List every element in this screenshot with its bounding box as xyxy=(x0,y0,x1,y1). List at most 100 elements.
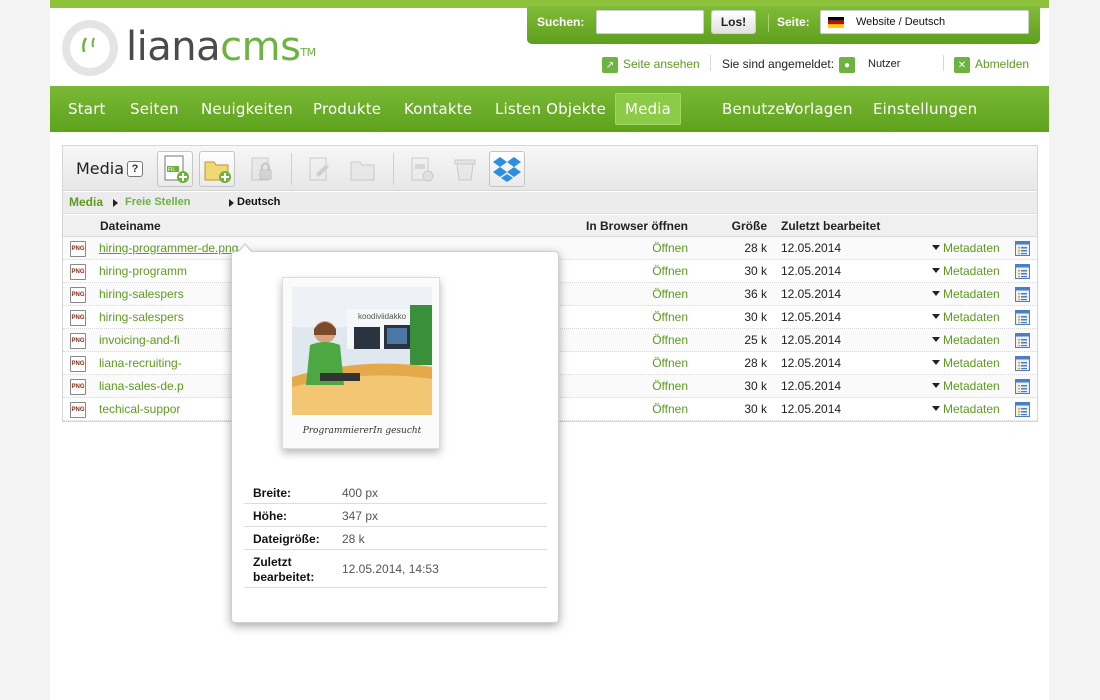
file-name-link[interactable]: hiring-programmer-de.png xyxy=(99,241,238,255)
new-folder-icon xyxy=(204,161,231,183)
modified-date: 12.05.2014 xyxy=(781,310,842,324)
properties-icon[interactable] xyxy=(1015,264,1030,279)
metadata-dropdown[interactable]: Metadaten xyxy=(932,264,1000,278)
open-in-browser-link[interactable]: Öffnen xyxy=(652,287,688,301)
nav-item-kontakte[interactable]: Kontakte xyxy=(394,93,482,125)
file-preview-popup: koodiviidakko ProgrammiererIn gesucht Br… xyxy=(231,243,559,623)
upload-file-button[interactable]: FIL xyxy=(157,151,193,187)
open-in-browser-link[interactable]: Öffnen xyxy=(652,356,688,370)
view-site-link[interactable]: Seite ansehen xyxy=(623,57,700,71)
view-site-icon[interactable]: ↗ xyxy=(602,57,618,73)
metadata-dropdown[interactable]: Metadaten xyxy=(932,402,1000,416)
breadcrumb: Media Freie Stellen Deutsch xyxy=(63,192,1037,214)
search-separator xyxy=(768,14,769,32)
logout-link[interactable]: Abmelden xyxy=(975,57,1029,71)
nav-item-produkte[interactable]: Produkte xyxy=(303,93,391,125)
file-size: 30 k xyxy=(744,379,767,393)
open-in-browser-link[interactable]: Öffnen xyxy=(652,333,688,347)
media-toolbar: Media ? FIL xyxy=(63,146,1037,191)
property-value: 400 px xyxy=(342,486,379,500)
file-name-link[interactable]: liana-sales-de.p xyxy=(99,379,184,393)
property-label: Höhe: xyxy=(253,509,287,523)
properties-icon[interactable] xyxy=(1015,310,1030,325)
site-label: Seite: xyxy=(777,15,810,29)
nav-item-neuigkeiten[interactable]: Neuigkeiten xyxy=(191,93,303,125)
site-select[interactable]: Website / Deutsch xyxy=(820,10,1029,34)
open-in-browser-link[interactable]: Öffnen xyxy=(652,310,688,324)
properties-icon[interactable] xyxy=(1015,241,1030,256)
metadata-dropdown[interactable]: Metadaten xyxy=(932,287,1000,301)
lock-button[interactable] xyxy=(243,151,279,187)
col-header-size[interactable]: Größe xyxy=(732,219,767,233)
toolbar-separator xyxy=(291,153,292,185)
search-button[interactable]: Los! xyxy=(711,10,756,34)
help-icon[interactable]: ? xyxy=(127,161,143,177)
properties-icon[interactable] xyxy=(1015,333,1030,348)
breadcrumb-separator-icon xyxy=(229,199,234,207)
breadcrumb-media[interactable]: Media xyxy=(69,195,103,209)
nav-item-media[interactable]: Media xyxy=(615,93,682,125)
col-header-modified[interactable]: Zuletzt bearbeitet xyxy=(781,219,880,233)
col-header-open: In Browser öffnen xyxy=(585,219,688,233)
properties-icon[interactable] xyxy=(1015,356,1030,371)
page-frame: lianacmsTM Suchen: Los! Seite: Website /… xyxy=(50,0,1049,700)
file-name-link[interactable]: invoicing-and-fi xyxy=(99,333,180,347)
col-header-name[interactable]: Dateiname xyxy=(100,219,161,233)
edit-file-button[interactable] xyxy=(301,151,337,187)
file-size: 30 k xyxy=(744,402,767,416)
property-value: 12.05.2014, 14:53 xyxy=(342,562,439,576)
metadata-dropdown[interactable]: Metadaten xyxy=(932,310,1000,324)
archive-button[interactable] xyxy=(403,151,439,187)
search-bar: Suchen: Los! Seite: Website / Deutsch xyxy=(527,6,1040,44)
properties-icon[interactable] xyxy=(1015,402,1030,417)
logout-icon[interactable]: ✕ xyxy=(954,57,970,73)
metadata-dropdown[interactable]: Metadaten xyxy=(932,356,1000,370)
search-input[interactable] xyxy=(596,10,704,34)
properties-icon[interactable] xyxy=(1015,379,1030,394)
file-name-link[interactable]: hiring-programm xyxy=(99,264,187,278)
open-in-browser-link[interactable]: Öffnen xyxy=(652,264,688,278)
german-flag-icon xyxy=(828,17,844,28)
open-in-browser-link[interactable]: Öffnen xyxy=(652,402,688,416)
file-size: 25 k xyxy=(744,333,767,347)
file-name-link[interactable]: hiring-salespers xyxy=(99,310,184,324)
svg-text:FIL: FIL xyxy=(168,167,175,173)
nav-item-einstellungen[interactable]: Einstellungen xyxy=(863,93,987,125)
file-name-link[interactable]: hiring-salespers xyxy=(99,287,184,301)
modified-date: 12.05.2014 xyxy=(781,356,842,370)
open-in-browser-link[interactable]: Öffnen xyxy=(652,379,688,393)
properties-icon[interactable] xyxy=(1015,287,1030,302)
nav-item-vorlagen[interactable]: Vorlagen xyxy=(775,93,863,125)
user-name[interactable]: Nutzer xyxy=(868,58,900,70)
delete-button[interactable] xyxy=(447,151,483,187)
png-file-icon: PNG xyxy=(70,264,86,280)
modified-date: 12.05.2014 xyxy=(781,241,842,255)
metadata-dropdown[interactable]: Metadaten xyxy=(932,241,1000,255)
nav-item-listen-objekte[interactable]: Listen Objekte xyxy=(485,93,616,125)
new-folder-button[interactable] xyxy=(199,151,235,187)
liana-cms-logo[interactable]: lianacmsTM xyxy=(60,18,316,78)
property-row-modified: Zuletzt bearbeitet: 12.05.2014, 14:53 xyxy=(244,550,547,588)
property-row-height: Höhe: 347 px xyxy=(244,504,547,527)
nav-item-seiten[interactable]: Seiten xyxy=(120,93,189,125)
metadata-dropdown[interactable]: Metadaten xyxy=(932,333,1000,347)
move-folder-button[interactable] xyxy=(345,151,381,187)
breadcrumb-language[interactable]: Deutsch xyxy=(237,196,280,208)
metadata-dropdown[interactable]: Metadaten xyxy=(932,379,1000,393)
png-file-icon: PNG xyxy=(70,379,86,395)
property-row-width: Breite: 400 px xyxy=(244,481,547,504)
nav-item-start[interactable]: Start xyxy=(58,93,116,125)
dropbox-button[interactable] xyxy=(489,151,525,187)
breadcrumb-folder[interactable]: Freie Stellen xyxy=(125,196,190,208)
file-properties: Breite: 400 px Höhe: 347 px Dateigröße: … xyxy=(244,481,547,588)
file-name-link[interactable]: liana-recruiting- xyxy=(99,356,182,370)
userbar-separator xyxy=(943,55,944,71)
png-file-icon: PNG xyxy=(70,287,86,303)
dropbox-icon xyxy=(493,157,521,182)
toolbar-separator xyxy=(393,153,394,185)
file-name-link[interactable]: techical-suppor xyxy=(99,402,180,416)
open-in-browser-link[interactable]: Öffnen xyxy=(652,241,688,255)
file-size: 28 k xyxy=(744,241,767,255)
png-file-icon: PNG xyxy=(70,356,86,372)
png-file-icon: PNG xyxy=(70,402,86,418)
